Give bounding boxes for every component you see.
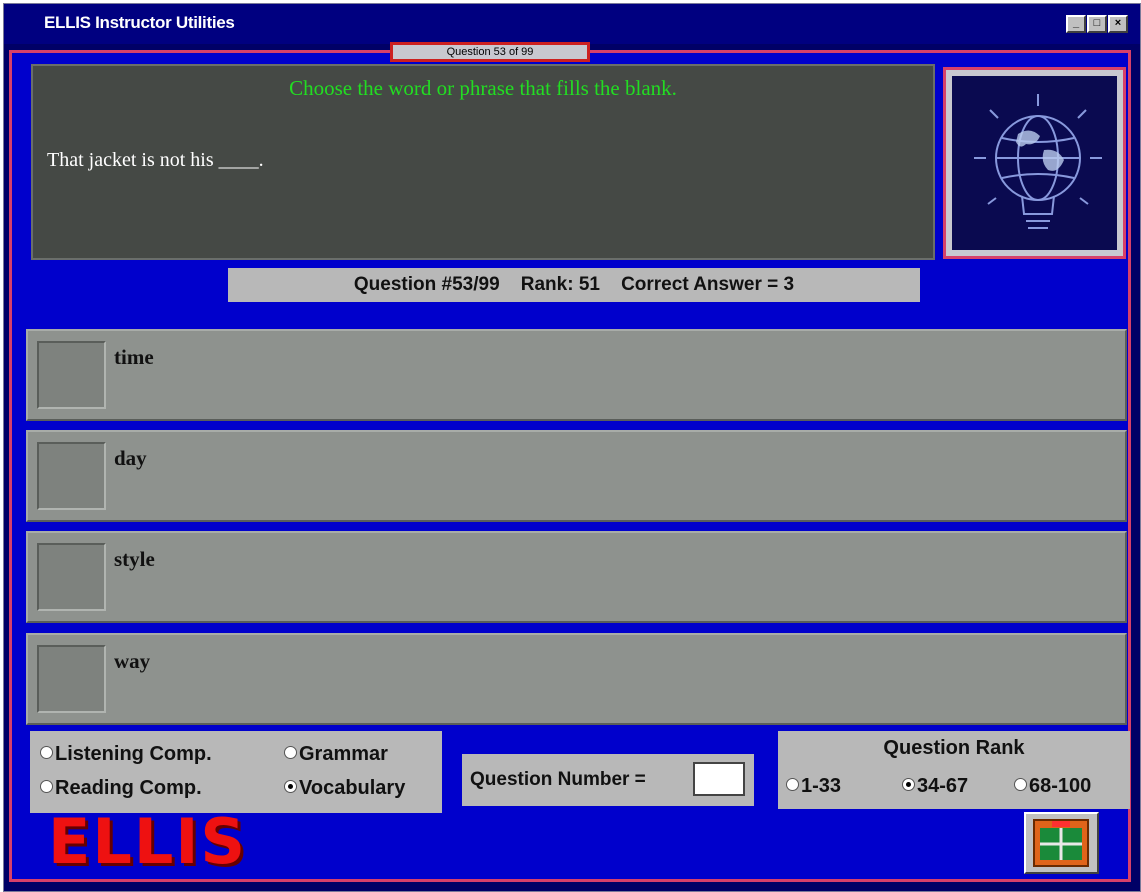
minimize-button[interactable]: _	[1066, 15, 1086, 33]
radio-label: 34-67	[917, 775, 969, 797]
answer-option-1[interactable]: time	[26, 329, 1127, 421]
ellis-logo: ELLIS	[48, 805, 248, 878]
question-rank-heading: Question Rank	[883, 737, 1025, 759]
radio-label: Grammar	[299, 743, 388, 765]
radio-grammar[interactable]: Grammar	[284, 743, 388, 766]
radio-label: Reading Comp.	[55, 777, 202, 799]
question-counter-tab: Question 53 of 99	[390, 42, 590, 62]
answer-option-3[interactable]: style	[26, 531, 1127, 623]
radio-vocabulary[interactable]: Vocabulary	[284, 777, 405, 800]
maximize-icon: □	[1093, 17, 1101, 29]
radio-button[interactable]	[284, 746, 297, 760]
radio-rank-34-67[interactable]: 34-67	[902, 775, 968, 798]
question-rank-selector: Question Rank 1-33 34-67 68-100	[778, 731, 1130, 809]
radio-label: 1-33	[801, 775, 842, 797]
question-prompt: That jacket is not his ____.	[47, 149, 264, 171]
radio-listening-comp[interactable]: Listening Comp.	[40, 743, 212, 766]
title-bar[interactable]: ELLIS Instructor Utilities _ □ ×	[4, 4, 1140, 44]
question-number-input[interactable]	[693, 762, 745, 796]
radio-label: Listening Comp.	[55, 743, 212, 765]
radio-button[interactable]	[786, 778, 799, 792]
answer-option-4[interactable]: way	[26, 633, 1127, 725]
close-icon: ×	[1114, 17, 1122, 29]
radio-rank-68-100[interactable]: 68-100	[1014, 775, 1091, 798]
answer-checkbox[interactable]	[37, 442, 106, 510]
radio-button[interactable]	[40, 746, 53, 760]
question-number-box: Question Number =	[462, 754, 754, 806]
close-button[interactable]: ×	[1108, 15, 1128, 33]
answer-label: style	[114, 547, 155, 571]
minimize-icon: _	[1072, 17, 1080, 29]
globe-lightbulb-icon	[974, 94, 1102, 229]
answer-label: day	[114, 446, 147, 470]
question-info-bar: Question #53/99 Rank: 51 Correct Answer …	[228, 268, 920, 302]
question-instruction: Choose the word or phrase that fills the…	[289, 76, 677, 100]
window-title: ELLIS Instructor Utilities	[44, 13, 235, 32]
radio-button[interactable]	[284, 780, 297, 794]
question-panel: Choose the word or phrase that fills the…	[31, 64, 935, 260]
radio-label: 68-100	[1029, 775, 1092, 797]
answer-checkbox[interactable]	[37, 341, 106, 409]
category-selector: Listening Comp. Grammar Reading Comp. Vo…	[30, 731, 442, 813]
answer-checkbox[interactable]	[37, 543, 106, 611]
maximize-button[interactable]: □	[1087, 15, 1107, 33]
radio-reading-comp[interactable]: Reading Comp.	[40, 777, 202, 800]
answer-option-2[interactable]: day	[26, 430, 1127, 522]
radio-button[interactable]	[902, 778, 915, 792]
radio-rank-1-33[interactable]: 1-33	[786, 775, 841, 798]
exit-door-icon	[1033, 819, 1089, 867]
question-number-label: Question Number =	[470, 769, 646, 790]
answer-checkbox[interactable]	[37, 645, 106, 713]
radio-button[interactable]	[40, 780, 53, 794]
answer-label: way	[114, 649, 151, 673]
radio-label: Vocabulary	[299, 777, 406, 799]
exit-button[interactable]	[1024, 812, 1099, 874]
radio-button[interactable]	[1014, 778, 1027, 792]
answer-label: time	[114, 345, 154, 369]
picture-frame	[943, 67, 1126, 259]
